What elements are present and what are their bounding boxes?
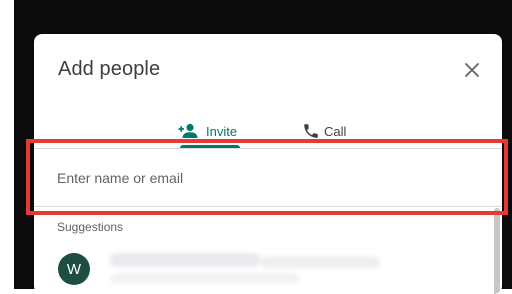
avatar: W (58, 253, 90, 285)
tab-call-label: Call (324, 123, 347, 139)
close-icon (465, 63, 479, 77)
blurred-contact-name (110, 253, 260, 267)
blurred-contact-detail (110, 273, 300, 283)
tab-invite-label: Invite (206, 123, 238, 139)
scrollbar[interactable] (494, 208, 500, 294)
person-add-icon (178, 123, 198, 138)
phone-icon (304, 124, 318, 138)
dialog-title: Add people (58, 58, 161, 80)
close-button[interactable] (456, 54, 488, 86)
blurred-contact-email (260, 256, 380, 268)
suggestions-label: Suggestions (57, 220, 124, 234)
highlight-box (26, 139, 508, 215)
